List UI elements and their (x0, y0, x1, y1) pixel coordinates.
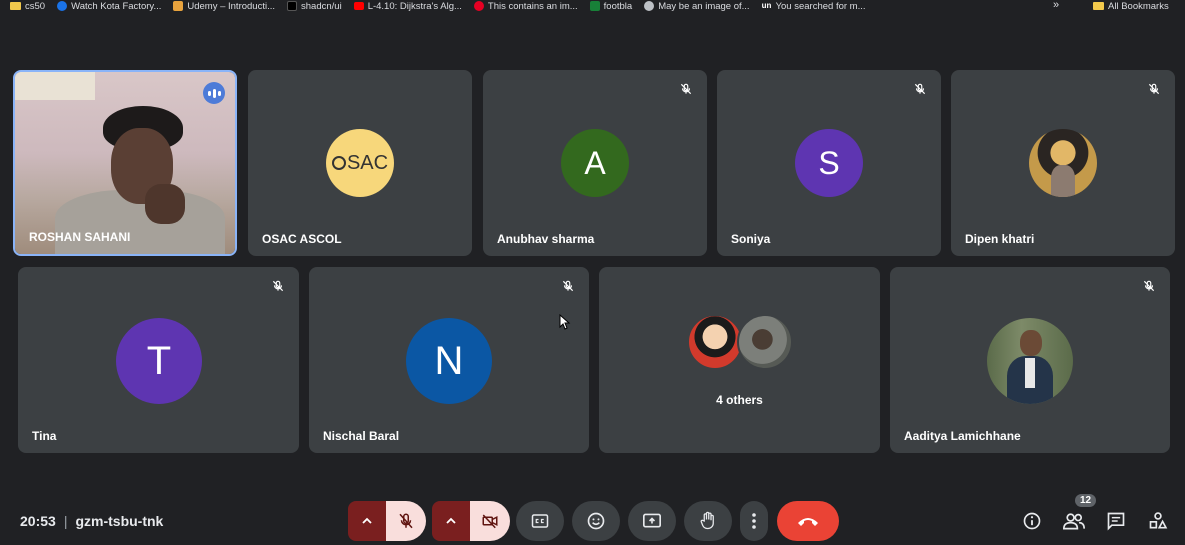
avatar-photo (1029, 129, 1097, 197)
participant-name: Aaditya Lamichhane (904, 429, 1021, 443)
others-count-label: 4 others (716, 393, 763, 407)
video-options-button[interactable] (432, 501, 470, 541)
meeting-info: 20:53 | gzm-tsbu-tnk (20, 513, 163, 529)
participant-tile-dipen[interactable]: Dipen khatri (951, 70, 1175, 256)
chat-icon (1107, 512, 1125, 531)
info-icon (1023, 512, 1041, 530)
all-bookmarks[interactable]: All Bookmarks (1093, 0, 1169, 12)
participant-name: Anubhav sharma (497, 232, 595, 246)
avatar-photo (737, 314, 793, 370)
bookmark-shadcn[interactable]: shadcn/ui (287, 1, 342, 12)
closed-captions-icon (531, 514, 549, 528)
mouse-cursor-icon (559, 314, 571, 330)
participants-count-badge: 12 (1075, 494, 1097, 507)
leave-call-button[interactable] (777, 501, 839, 541)
video-off-icon (482, 514, 498, 529)
mic-control-group (348, 501, 426, 541)
globe-icon (644, 1, 655, 11)
emoji-icon (587, 512, 605, 530)
divider: | (63, 513, 68, 529)
mic-off-icon (272, 280, 284, 292)
shadcn-icon (287, 1, 298, 11)
bookmark-cs50[interactable]: cs50 (10, 1, 45, 12)
captions-button[interactable] (516, 501, 564, 541)
bookmark-udemy[interactable]: Udemy – Introducti... (173, 1, 275, 12)
bookmarks-overflow-button[interactable]: » (1053, 0, 1059, 11)
participant-tile-anubhav[interactable]: A Anubhav sharma (483, 70, 707, 256)
bookmark-pinterest[interactable]: This contains an im... (473, 1, 578, 12)
reactions-button[interactable] (572, 501, 620, 541)
avatar: A (561, 129, 629, 197)
raise-hand-button[interactable] (684, 501, 732, 541)
present-screen-button[interactable] (628, 501, 676, 541)
more-options-button[interactable] (740, 501, 768, 541)
un-icon: un (761, 1, 772, 11)
osac-logo: SAC (326, 129, 394, 197)
camera-toggle-button[interactable] (470, 501, 510, 541)
folder-icon (10, 2, 21, 10)
avatar-photo (987, 318, 1073, 404)
participant-name: Tina (32, 429, 57, 443)
participant-tile-others[interactable]: 4 others (599, 267, 880, 453)
participant-name: OSAC ASCOL (262, 232, 342, 246)
participant-tile-tina[interactable]: T Tina (18, 267, 299, 453)
activities-button[interactable] (1147, 510, 1169, 532)
pinterest-icon (473, 1, 484, 11)
activities-icon (1149, 512, 1168, 529)
mic-off-icon (1148, 83, 1160, 95)
mic-off-icon (399, 513, 413, 529)
participant-name: Soniya (731, 232, 771, 246)
bookmark-kota-factory[interactable]: Watch Kota Factory... (57, 1, 161, 12)
avatar: S (795, 129, 863, 197)
chevron-up-icon (362, 517, 372, 524)
participant-tile-roshan[interactable]: ROSHAN SAHANI (13, 70, 237, 256)
bookmarks-bar: cs50 Watch Kota Factory... Udemy – Intro… (0, 0, 1185, 12)
participant-name: Dipen khatri (965, 232, 1035, 246)
site-icon (57, 1, 68, 11)
mic-off-icon (1143, 280, 1155, 292)
participant-name: Nischal Baral (323, 429, 400, 443)
participant-tile-osac[interactable]: SAC OSAC ASCOL (248, 70, 472, 256)
udemy-icon (173, 1, 184, 11)
participant-tile-soniya[interactable]: S Soniya (717, 70, 941, 256)
participant-tile-nischal[interactable]: N Nischal Baral (309, 267, 589, 453)
more-vert-icon (752, 513, 756, 529)
bookmark-image[interactable]: May be an image of... (644, 1, 750, 12)
clock: 20:53 (20, 513, 56, 529)
meeting-details-button[interactable] (1021, 510, 1043, 532)
people-icon (1063, 513, 1085, 530)
present-screen-icon (643, 513, 661, 528)
mic-off-icon (562, 280, 574, 292)
avatar-photo (687, 314, 743, 370)
participant-name: ROSHAN SAHANI (29, 230, 131, 244)
video-feed (15, 72, 235, 254)
audio-options-button[interactable] (348, 501, 386, 541)
bookmark-footbla[interactable]: footbla (589, 1, 632, 12)
chat-button[interactable] (1105, 510, 1127, 532)
folder-icon (1093, 2, 1104, 10)
chevron-up-icon (446, 517, 456, 524)
call-end-icon (798, 518, 818, 526)
avatar: N (406, 318, 492, 404)
bookmark-searched[interactable]: un You searched for m... (761, 1, 866, 12)
participant-tile-aaditya[interactable]: Aaditya Lamichhane (890, 267, 1170, 453)
mic-toggle-button[interactable] (386, 501, 426, 541)
avatar: T (116, 318, 202, 404)
mic-off-icon (914, 83, 926, 95)
raise-hand-icon (700, 511, 714, 530)
bookmark-dijkstra[interactable]: L-4.10: Dijkstra's Alg... (353, 1, 462, 12)
mic-off-icon (680, 83, 692, 95)
sheet-icon (589, 1, 600, 11)
camera-control-group (432, 501, 510, 541)
youtube-icon (353, 2, 364, 10)
people-button[interactable] (1063, 510, 1085, 532)
speaking-indicator-icon (203, 82, 225, 104)
meeting-code: gzm-tsbu-tnk (75, 513, 164, 529)
